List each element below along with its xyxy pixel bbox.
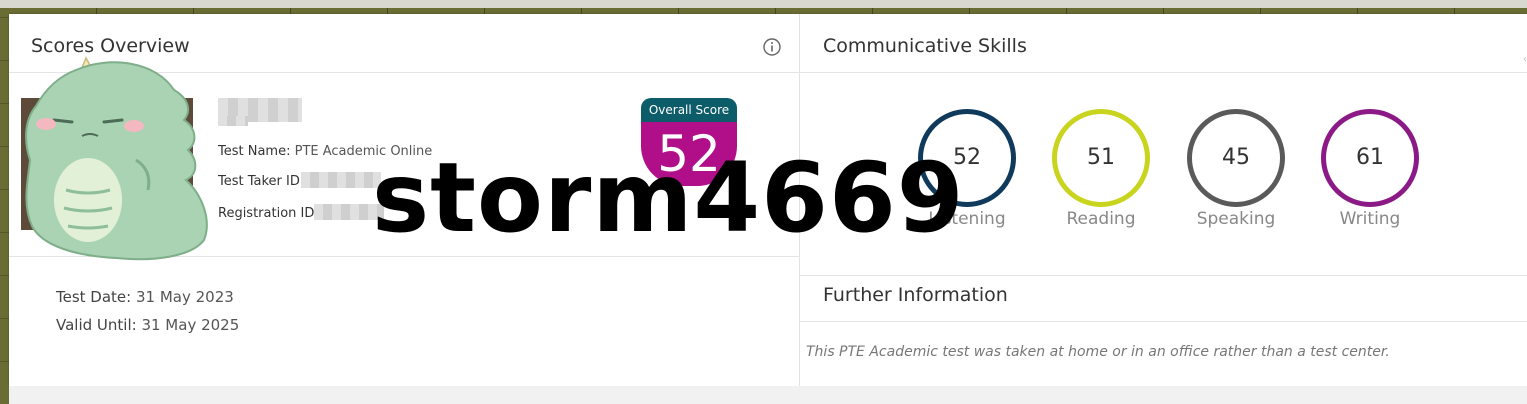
- panel-bottom-strip: [9, 386, 1527, 404]
- further-info-header-rule: [800, 321, 1527, 322]
- valid-until-field: Valid Until: 31 May 2025: [56, 316, 239, 334]
- writing-label: Writing: [1339, 209, 1401, 229]
- test-date-field: Test Date: 31 May 2023: [56, 288, 234, 306]
- watermark-text: storm4669: [372, 142, 965, 254]
- skills-header-rule: [800, 72, 1527, 73]
- skill-writing: 61 Writing: [1321, 109, 1419, 229]
- right-edge-marker: ‹: [1523, 54, 1527, 65]
- reading-label: Reading: [1066, 209, 1136, 229]
- speaking-score-ring: 45: [1187, 109, 1285, 207]
- writing-score-ring: 61: [1321, 109, 1419, 207]
- skill-speaking: 45 Speaking: [1187, 109, 1285, 229]
- candidate-name-redacted-2: [218, 116, 248, 126]
- dinosaur-sticker-icon: [25, 56, 208, 261]
- info-icon[interactable]: [763, 38, 781, 56]
- registration-id-label: Registration ID:: [218, 206, 319, 221]
- speaking-label: Speaking: [1196, 209, 1276, 229]
- communicative-skills-title: Communicative Skills: [823, 35, 1027, 57]
- test-date-value: 31 May 2023: [136, 288, 234, 306]
- valid-until-label: Valid Until:: [56, 316, 137, 334]
- overall-score-label: Overall Score: [641, 98, 737, 122]
- reading-score-ring: 51: [1052, 109, 1150, 207]
- further-info-top-rule: [800, 275, 1527, 276]
- test-name-label: Test Name:: [218, 144, 291, 159]
- skill-reading: 51 Reading: [1052, 109, 1150, 229]
- valid-until-value: 31 May 2025: [141, 316, 240, 334]
- test-date-label: Test Date:: [56, 288, 132, 306]
- test-taker-id-redacted: [301, 172, 381, 188]
- registration-id-field: Registration ID:: [218, 206, 319, 221]
- test-taker-id-field: Test Taker ID:: [218, 174, 304, 189]
- test-taker-id-label: Test Taker ID:: [218, 174, 305, 189]
- further-information-text: This PTE Academic test was taken at home…: [806, 344, 1390, 360]
- background-toolbar-strip: [0, 0, 1527, 8]
- further-information-title: Further Information: [823, 284, 1008, 306]
